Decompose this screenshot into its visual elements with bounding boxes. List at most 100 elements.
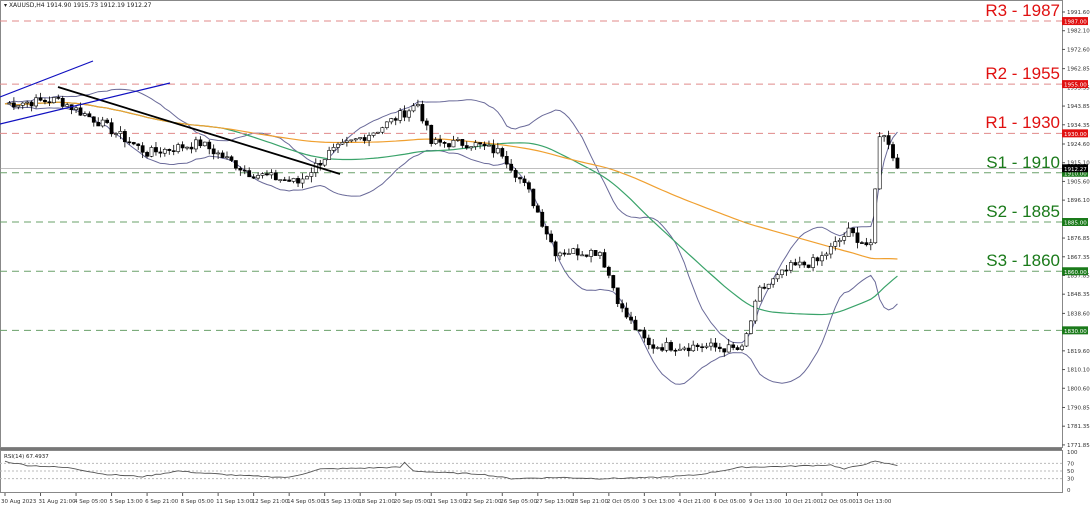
candle-body [309, 172, 314, 177]
candle-body [709, 342, 713, 347]
time-tick-label: 18 Sep 21:00 [358, 499, 395, 505]
time-tick-label: 14 Sep 05:00 [287, 499, 324, 505]
candle-body [495, 148, 500, 154]
candle-body [575, 248, 580, 256]
candle-body [145, 152, 149, 157]
candle-body [833, 241, 838, 247]
candle-body [185, 146, 189, 149]
candle-body [504, 156, 509, 165]
collapse-triangle-icon[interactable]: ▾ [4, 2, 7, 9]
time-tick-label: 28 Sep 21:00 [571, 499, 608, 505]
time-tick-label: 4 Oct 21:00 [678, 499, 711, 505]
rsi-axis-label: 30 [1067, 477, 1074, 483]
candle-body [11, 102, 16, 108]
candle-body [851, 227, 855, 234]
candle-body [615, 287, 620, 304]
level-price-tag-text: 1885.00 [1064, 221, 1087, 227]
chart-window: 1991.60 1982.10 1972.60 1962.85 1953.35 1943.… [0, 0, 1090, 510]
candle-body [606, 266, 611, 276]
candle-body [806, 264, 811, 268]
price-tick-label: 1790.85 [1067, 405, 1090, 411]
level-label: R3 - 1987 [985, 1, 1060, 21]
candle-body [180, 144, 185, 149]
candle-body [451, 140, 456, 148]
candle-body [389, 118, 394, 123]
time-tick-label: 10 Oct 21:00 [784, 499, 820, 505]
candle-body [646, 337, 651, 346]
price-chart[interactable]: 1991.601982.101972.601962.851953.351943.… [0, 0, 1090, 510]
time-tick-label: 15 Sep 13:00 [323, 499, 360, 505]
candle-body [29, 101, 34, 107]
candle-body [487, 144, 491, 147]
rsi-axis-label: 0 [1067, 488, 1071, 494]
candle-body [296, 178, 300, 184]
candle-body [695, 344, 700, 348]
candle-body [629, 316, 633, 321]
candle-body [686, 347, 691, 352]
candle-body [828, 245, 833, 255]
candle-body [784, 269, 789, 272]
level-label: S3 - 1860 [986, 251, 1060, 271]
price-tick-label: 1848.35 [1067, 292, 1090, 298]
candle-body [331, 147, 336, 151]
candle-body [744, 333, 749, 347]
candle-body [429, 124, 434, 144]
candle-body [731, 344, 736, 348]
moving-average-fast [4, 101, 898, 316]
candle-body [638, 329, 642, 332]
candle-body [114, 133, 118, 135]
candle-body [265, 173, 269, 176]
time-tick-label: 31 Aug 21:00 [39, 499, 77, 505]
candle-body [797, 261, 802, 266]
candle-body [87, 113, 92, 118]
candle-body [376, 131, 380, 134]
candle-body [287, 179, 292, 182]
candle-body [60, 98, 65, 107]
candle-body [149, 147, 154, 157]
price-tick-label: 1905.60 [1067, 179, 1090, 185]
candle-body [553, 241, 558, 257]
price-tick-label: 1810.10 [1067, 368, 1090, 374]
price-tick-label: 1943.85 [1067, 104, 1090, 110]
candle-body [882, 135, 887, 138]
candle-body [51, 97, 56, 103]
candle-body [105, 119, 110, 123]
candle-body [482, 143, 487, 147]
candle-body [424, 120, 429, 126]
candle-body [700, 346, 704, 349]
candle-body [242, 169, 247, 172]
candle-body [549, 233, 554, 243]
candle-body [38, 97, 43, 101]
candle-body [362, 137, 367, 141]
rsi-plot-frame [0, 450, 1063, 493]
candle-body [247, 170, 252, 178]
time-tick-label: 6 Sep 21:00 [145, 499, 179, 505]
candle-body [78, 107, 83, 116]
candle-body [589, 250, 593, 257]
candle-body [251, 176, 256, 179]
candle-body [25, 101, 30, 104]
candle-body [158, 151, 163, 154]
candle-body [713, 342, 718, 348]
candle-body [500, 148, 505, 157]
candle-body [562, 252, 567, 255]
candle-body [735, 347, 740, 350]
trendline-blue-upper [0, 60, 94, 98]
time-tick-label: 5 Sep 13:00 [110, 499, 144, 505]
candle-body [824, 253, 829, 256]
time-tick-label: 30 Aug 2023 [1, 499, 37, 505]
candle-body [522, 178, 527, 183]
rsi-axis-label: 100 [1067, 450, 1078, 456]
time-tick-label: 12 Oct 05:00 [820, 499, 856, 505]
candle-body [669, 342, 673, 351]
candle-body [846, 227, 851, 237]
candle-body [513, 170, 518, 178]
candle-body [558, 252, 562, 257]
candle-body [518, 177, 522, 180]
candle-body [260, 173, 265, 176]
candle-body [344, 140, 349, 143]
candle-body [842, 236, 847, 241]
candle-body [233, 160, 238, 169]
candle-body [74, 107, 78, 110]
ohlc-values: 1914.90 1915.73 1912.19 1912.27 [46, 2, 152, 9]
